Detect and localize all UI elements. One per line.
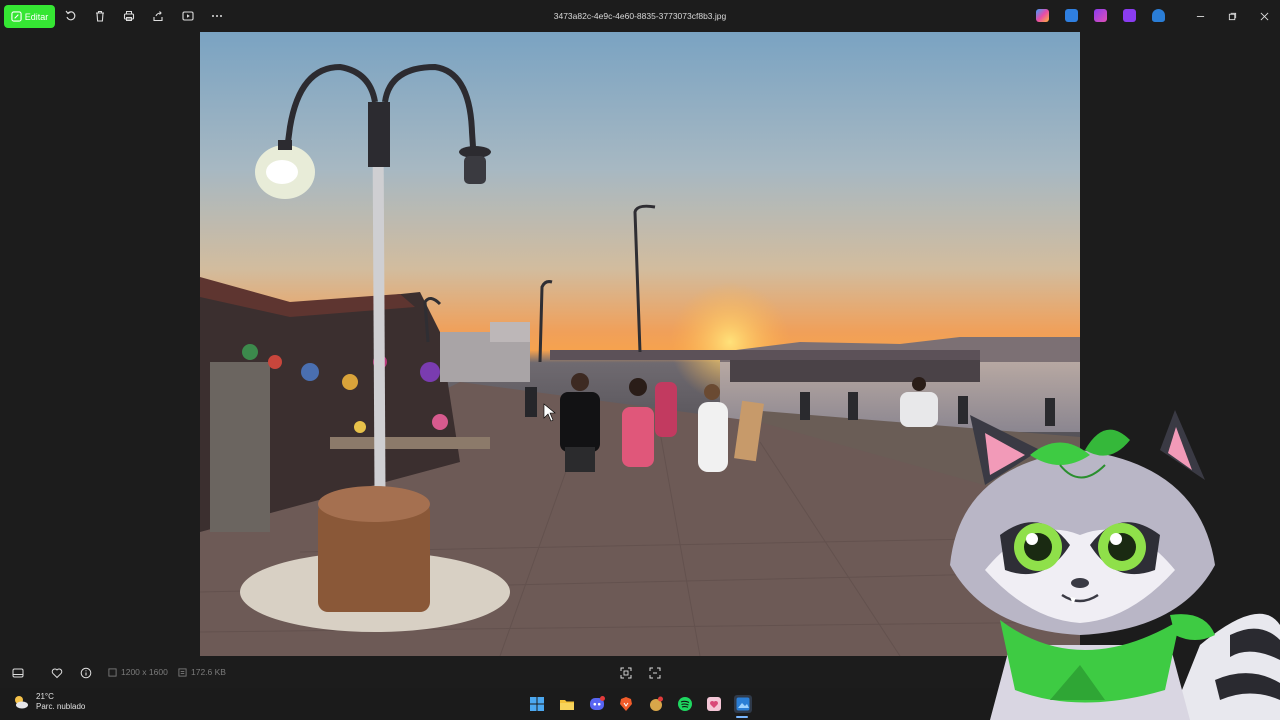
spotify-icon[interactable] [676, 695, 694, 713]
file-size-icon [178, 667, 187, 677]
weather-condition: Parc. nublado [36, 702, 86, 711]
rotate-icon[interactable] [64, 9, 78, 23]
vtuber-avatar-overlay [950, 410, 1280, 720]
edit-pencil-icon [11, 11, 22, 22]
favorite-icon[interactable] [50, 666, 63, 679]
image-dimensions: 1200 x 1600 [108, 667, 168, 677]
edit-label: Editar [24, 11, 49, 22]
filmstrip-icon[interactable] [11, 666, 24, 679]
info-icon[interactable] [79, 666, 92, 679]
close-icon [1260, 12, 1268, 20]
edit-button[interactable]: Editar [4, 5, 55, 28]
active-app-indicator [736, 716, 748, 718]
dimensions-text: 1200 x 1600 [121, 667, 168, 677]
photos-edit-icon[interactable] [1065, 9, 1078, 22]
close-button[interactable] [1257, 9, 1271, 23]
dimensions-icon [108, 667, 117, 677]
more-icon[interactable] [210, 9, 224, 23]
slideshow-icon[interactable] [181, 9, 195, 23]
file-explorer-icon[interactable] [558, 695, 576, 713]
windows-start-icon[interactable] [528, 695, 546, 713]
designer-icon[interactable] [1123, 9, 1136, 22]
share-icon[interactable] [151, 9, 165, 23]
weather-temperature: 21°C [36, 692, 54, 701]
minimize-button[interactable] [1193, 9, 1207, 23]
print-icon[interactable] [122, 9, 136, 23]
app-pink-icon[interactable] [705, 695, 723, 713]
copilot-icon[interactable] [1036, 9, 1049, 22]
photos-app-icon[interactable] [734, 695, 752, 713]
brave-icon[interactable] [617, 695, 635, 713]
restore-button[interactable] [1225, 9, 1239, 23]
file-size-text: 172.6 KB [191, 667, 226, 677]
discord-icon[interactable] [588, 695, 606, 713]
delete-icon[interactable] [93, 9, 107, 23]
minimize-icon [1196, 15, 1204, 17]
file-size: 172.6 KB [178, 667, 226, 677]
partly-cloudy-icon [15, 696, 28, 709]
actual-size-icon[interactable] [648, 666, 661, 679]
restore-icon [1228, 12, 1236, 20]
taskbar-app-icon[interactable] [647, 695, 665, 713]
clipchamp-icon[interactable] [1094, 9, 1107, 22]
zoom-fit-icon[interactable] [619, 666, 632, 679]
weather-widget[interactable]: 21°C Parc. nublado [12, 692, 85, 712]
onedrive-icon[interactable] [1152, 9, 1165, 22]
